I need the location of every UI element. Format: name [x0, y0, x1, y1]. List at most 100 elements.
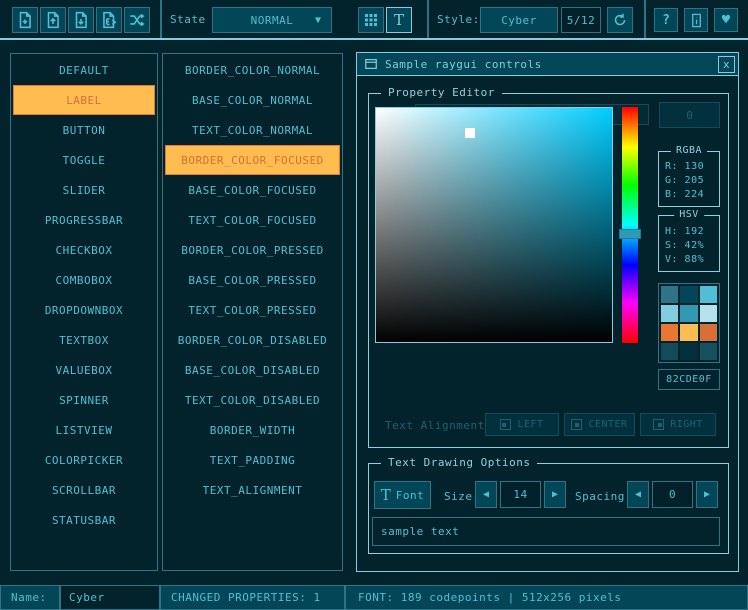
list-item[interactable]: BORDER_COLOR_DISABLED	[165, 325, 340, 355]
file-open-icon	[44, 11, 62, 29]
palette-swatch[interactable]	[661, 324, 678, 341]
info-button[interactable]	[684, 8, 708, 32]
spacing-increase-button[interactable]: ▶	[696, 481, 718, 508]
palette-swatch[interactable]	[661, 343, 678, 360]
align-right-button[interactable]: RIGHT	[640, 413, 716, 436]
help-button[interactable]: ?	[654, 8, 678, 32]
new-style-button[interactable]	[12, 7, 38, 33]
list-item[interactable]: BASE_COLOR_FOCUSED	[165, 175, 340, 205]
list-item[interactable]: BASE_COLOR_DISABLED	[165, 355, 340, 385]
list-item[interactable]: BORDER_WIDTH	[165, 415, 340, 445]
size-decrease-button[interactable]: ◀	[475, 481, 497, 508]
list-item[interactable]: DEFAULT	[13, 55, 155, 85]
chevron-down-icon: ▼	[315, 15, 321, 26]
palette-swatch[interactable]	[680, 286, 697, 303]
list-item[interactable]: LISTVIEW	[13, 415, 155, 445]
spacing-label: Spacing:	[575, 490, 632, 503]
sponsor-button[interactable]: ♥	[714, 8, 738, 32]
rgba-group-label: RGBA	[671, 145, 707, 156]
info-icon	[689, 13, 704, 28]
list-item[interactable]: COMBOBOX	[13, 265, 155, 295]
spacing-valuebox[interactable]: 0	[652, 481, 693, 508]
file-new-icon	[16, 11, 34, 29]
list-item[interactable]: DROPDOWNBOX	[13, 295, 155, 325]
style-name-textbox[interactable]: Cyber	[60, 585, 160, 610]
random-style-button[interactable]	[124, 7, 150, 33]
list-item[interactable]: BUTTON	[13, 115, 155, 145]
hex-value-textbox[interactable]: 82CDE0F	[658, 369, 720, 390]
list-item[interactable]: SPINNER	[13, 385, 155, 415]
list-item[interactable]: BASE_COLOR_PRESSED	[165, 265, 340, 295]
palette-swatch[interactable]	[661, 305, 678, 322]
list-item[interactable]: SCROLLBAR	[13, 475, 155, 505]
list-item[interactable]: BORDER_COLOR_PRESSED	[165, 235, 340, 265]
text-alignment-label: Text Alignment:	[385, 419, 492, 432]
list-item[interactable]: TOGGLE	[13, 145, 155, 175]
hsv-v-value: V: 88%	[659, 253, 719, 267]
palette-swatch[interactable]	[680, 324, 697, 341]
palette-swatch[interactable]	[680, 305, 697, 322]
list-item[interactable]: BORDER_COLOR_NORMAL	[165, 55, 340, 85]
list-item[interactable]: TEXT_PADDING	[165, 445, 340, 475]
palette-swatch[interactable]	[700, 286, 717, 303]
style-reload-button[interactable]	[607, 7, 633, 33]
list-item[interactable]: TEXT_COLOR_DISABLED	[165, 385, 340, 415]
toolbar-divider	[644, 0, 646, 38]
sample-controls-window: Sample raygui controls x Property Editor…	[356, 52, 739, 572]
style-counter: 5/12	[561, 7, 601, 33]
properties-listview: BORDER_COLOR_NORMAL BASE_COLOR_NORMAL TE…	[162, 53, 343, 571]
value-zero-button[interactable]: 0	[659, 102, 720, 128]
state-dropdown-value: NORMAL	[251, 14, 294, 27]
hue-slider-handle[interactable]	[619, 229, 641, 239]
font-button[interactable]: T Font	[374, 481, 431, 509]
list-item-selected[interactable]: LABEL	[13, 85, 155, 115]
list-item[interactable]: TEXTBOX	[13, 325, 155, 355]
palette-swatch[interactable]	[700, 305, 717, 322]
style-name-button[interactable]: Cyber	[480, 7, 558, 33]
toolbar: State NORMAL ▼ T Style: Cyber 5/12	[0, 0, 748, 38]
align-right-icon	[653, 419, 664, 430]
load-style-button[interactable]	[40, 7, 66, 33]
list-item[interactable]: TEXT_COLOR_PRESSED	[165, 295, 340, 325]
list-item[interactable]: SLIDER	[13, 175, 155, 205]
list-item[interactable]: COLORPICKER	[13, 445, 155, 475]
sample-text-textbox[interactable]: sample text	[372, 517, 720, 546]
list-item[interactable]: TEXT_COLOR_FOCUSED	[165, 205, 340, 235]
color-cursor[interactable]	[465, 128, 475, 138]
style-label: Style:	[437, 13, 480, 26]
list-item[interactable]: BASE_COLOR_NORMAL	[165, 85, 340, 115]
align-left-button[interactable]: LEFT	[485, 413, 559, 436]
list-item[interactable]: TEXT_COLOR_NORMAL	[165, 115, 340, 145]
file-save-icon	[72, 11, 90, 29]
style-color-palette	[658, 283, 720, 363]
toolbar-divider	[160, 0, 162, 38]
save-style-button[interactable]	[68, 7, 94, 33]
rgba-r-value: R: 130	[659, 160, 719, 174]
palette-swatch[interactable]	[700, 324, 717, 341]
palette-swatch[interactable]	[680, 343, 697, 360]
palette-swatch[interactable]	[700, 343, 717, 360]
list-item[interactable]: TEXT_ALIGNMENT	[165, 475, 340, 505]
list-item-selected[interactable]: BORDER_COLOR_FOCUSED	[165, 145, 340, 175]
size-valuebox[interactable]: 14	[500, 481, 541, 508]
controls-table-button[interactable]	[358, 7, 384, 33]
hue-slider[interactable]	[622, 107, 638, 343]
list-item[interactable]: PROGRESSBAR	[13, 205, 155, 235]
state-dropdown[interactable]: NORMAL ▼	[212, 7, 332, 33]
color-saturation-value-panel[interactable]	[375, 107, 613, 343]
spacing-decrease-button[interactable]: ◀	[627, 481, 649, 508]
align-left-icon	[500, 419, 511, 430]
text-glyph-icon: T	[394, 11, 404, 29]
toolbar-separator-line	[0, 38, 748, 40]
close-button[interactable]: x	[718, 56, 735, 73]
font-atlas-button[interactable]: T	[386, 7, 412, 33]
list-item[interactable]: CHECKBOX	[13, 235, 155, 265]
list-item[interactable]: VALUEBOX	[13, 355, 155, 385]
state-label: State	[170, 13, 206, 26]
heart-icon: ♥	[722, 12, 730, 28]
align-center-button[interactable]: CENTER	[564, 413, 635, 436]
palette-swatch[interactable]	[661, 286, 678, 303]
size-increase-button[interactable]: ▶	[544, 481, 566, 508]
list-item[interactable]: STATUSBAR	[13, 505, 155, 535]
export-style-button[interactable]	[96, 7, 122, 33]
